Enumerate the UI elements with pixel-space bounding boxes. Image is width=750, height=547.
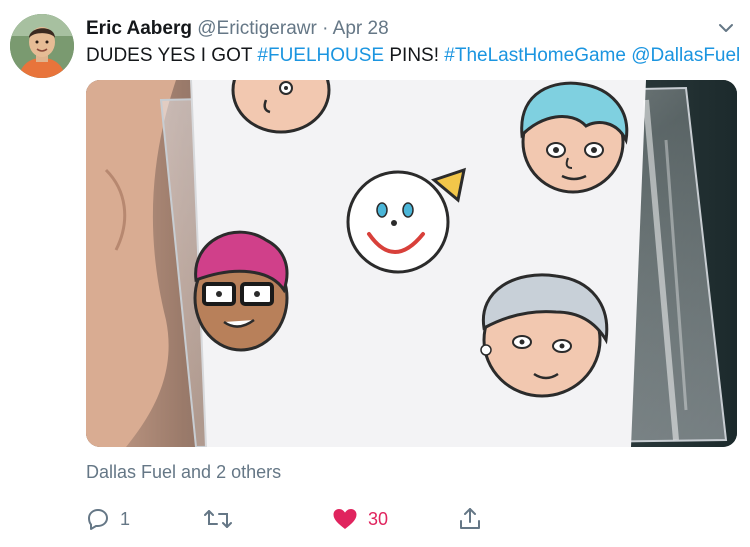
- tweet: Eric Aaberg @Erictigerawr · Apr 28 DUDES…: [0, 0, 750, 547]
- hashtag-link[interactable]: #TheLastHomeGame: [444, 45, 626, 66]
- avatar-image: [10, 14, 74, 78]
- retweet-button[interactable]: [204, 505, 232, 533]
- avatar[interactable]: [10, 14, 74, 78]
- header-separator: ·: [322, 18, 329, 39]
- author-handle[interactable]: @Erictigerawr: [197, 18, 317, 39]
- reply-count: 1: [120, 508, 131, 529]
- tweet-text-part: PINS!: [384, 45, 445, 66]
- social-context[interactable]: Dallas Fuel and 2 others: [86, 462, 281, 483]
- reply-icon: [88, 509, 108, 530]
- like-button[interactable]: 30: [332, 505, 388, 533]
- tweet-date[interactable]: Apr 28: [333, 18, 389, 39]
- photo-illustration: [86, 80, 737, 447]
- retweet-icon: [204, 510, 232, 528]
- share-icon: [460, 508, 480, 529]
- pin-face-blue-hair: [520, 81, 629, 194]
- reply-button[interactable]: 1: [86, 505, 130, 533]
- share-button[interactable]: [458, 505, 482, 533]
- tweet-photo[interactable]: [86, 80, 737, 447]
- heart-icon: [333, 509, 357, 529]
- tweet-text-part: DUDES YES I GOT: [86, 45, 258, 66]
- tweet-header: Eric Aaberg @Erictigerawr · Apr 28: [86, 17, 389, 41]
- action-bar: 1 30: [86, 505, 506, 533]
- tweet-text: DUDES YES I GOT #FUELHOUSE PINS! #TheLas…: [86, 44, 740, 68]
- mention-link[interactable]: @DallasFuel: [631, 45, 740, 66]
- like-count: 30: [368, 508, 389, 529]
- chevron-down-icon[interactable]: [716, 18, 736, 38]
- author-name[interactable]: Eric Aaberg: [86, 18, 192, 39]
- pin-face-glasses: [193, 230, 289, 352]
- hashtag-link[interactable]: #FUELHOUSE: [257, 45, 384, 66]
